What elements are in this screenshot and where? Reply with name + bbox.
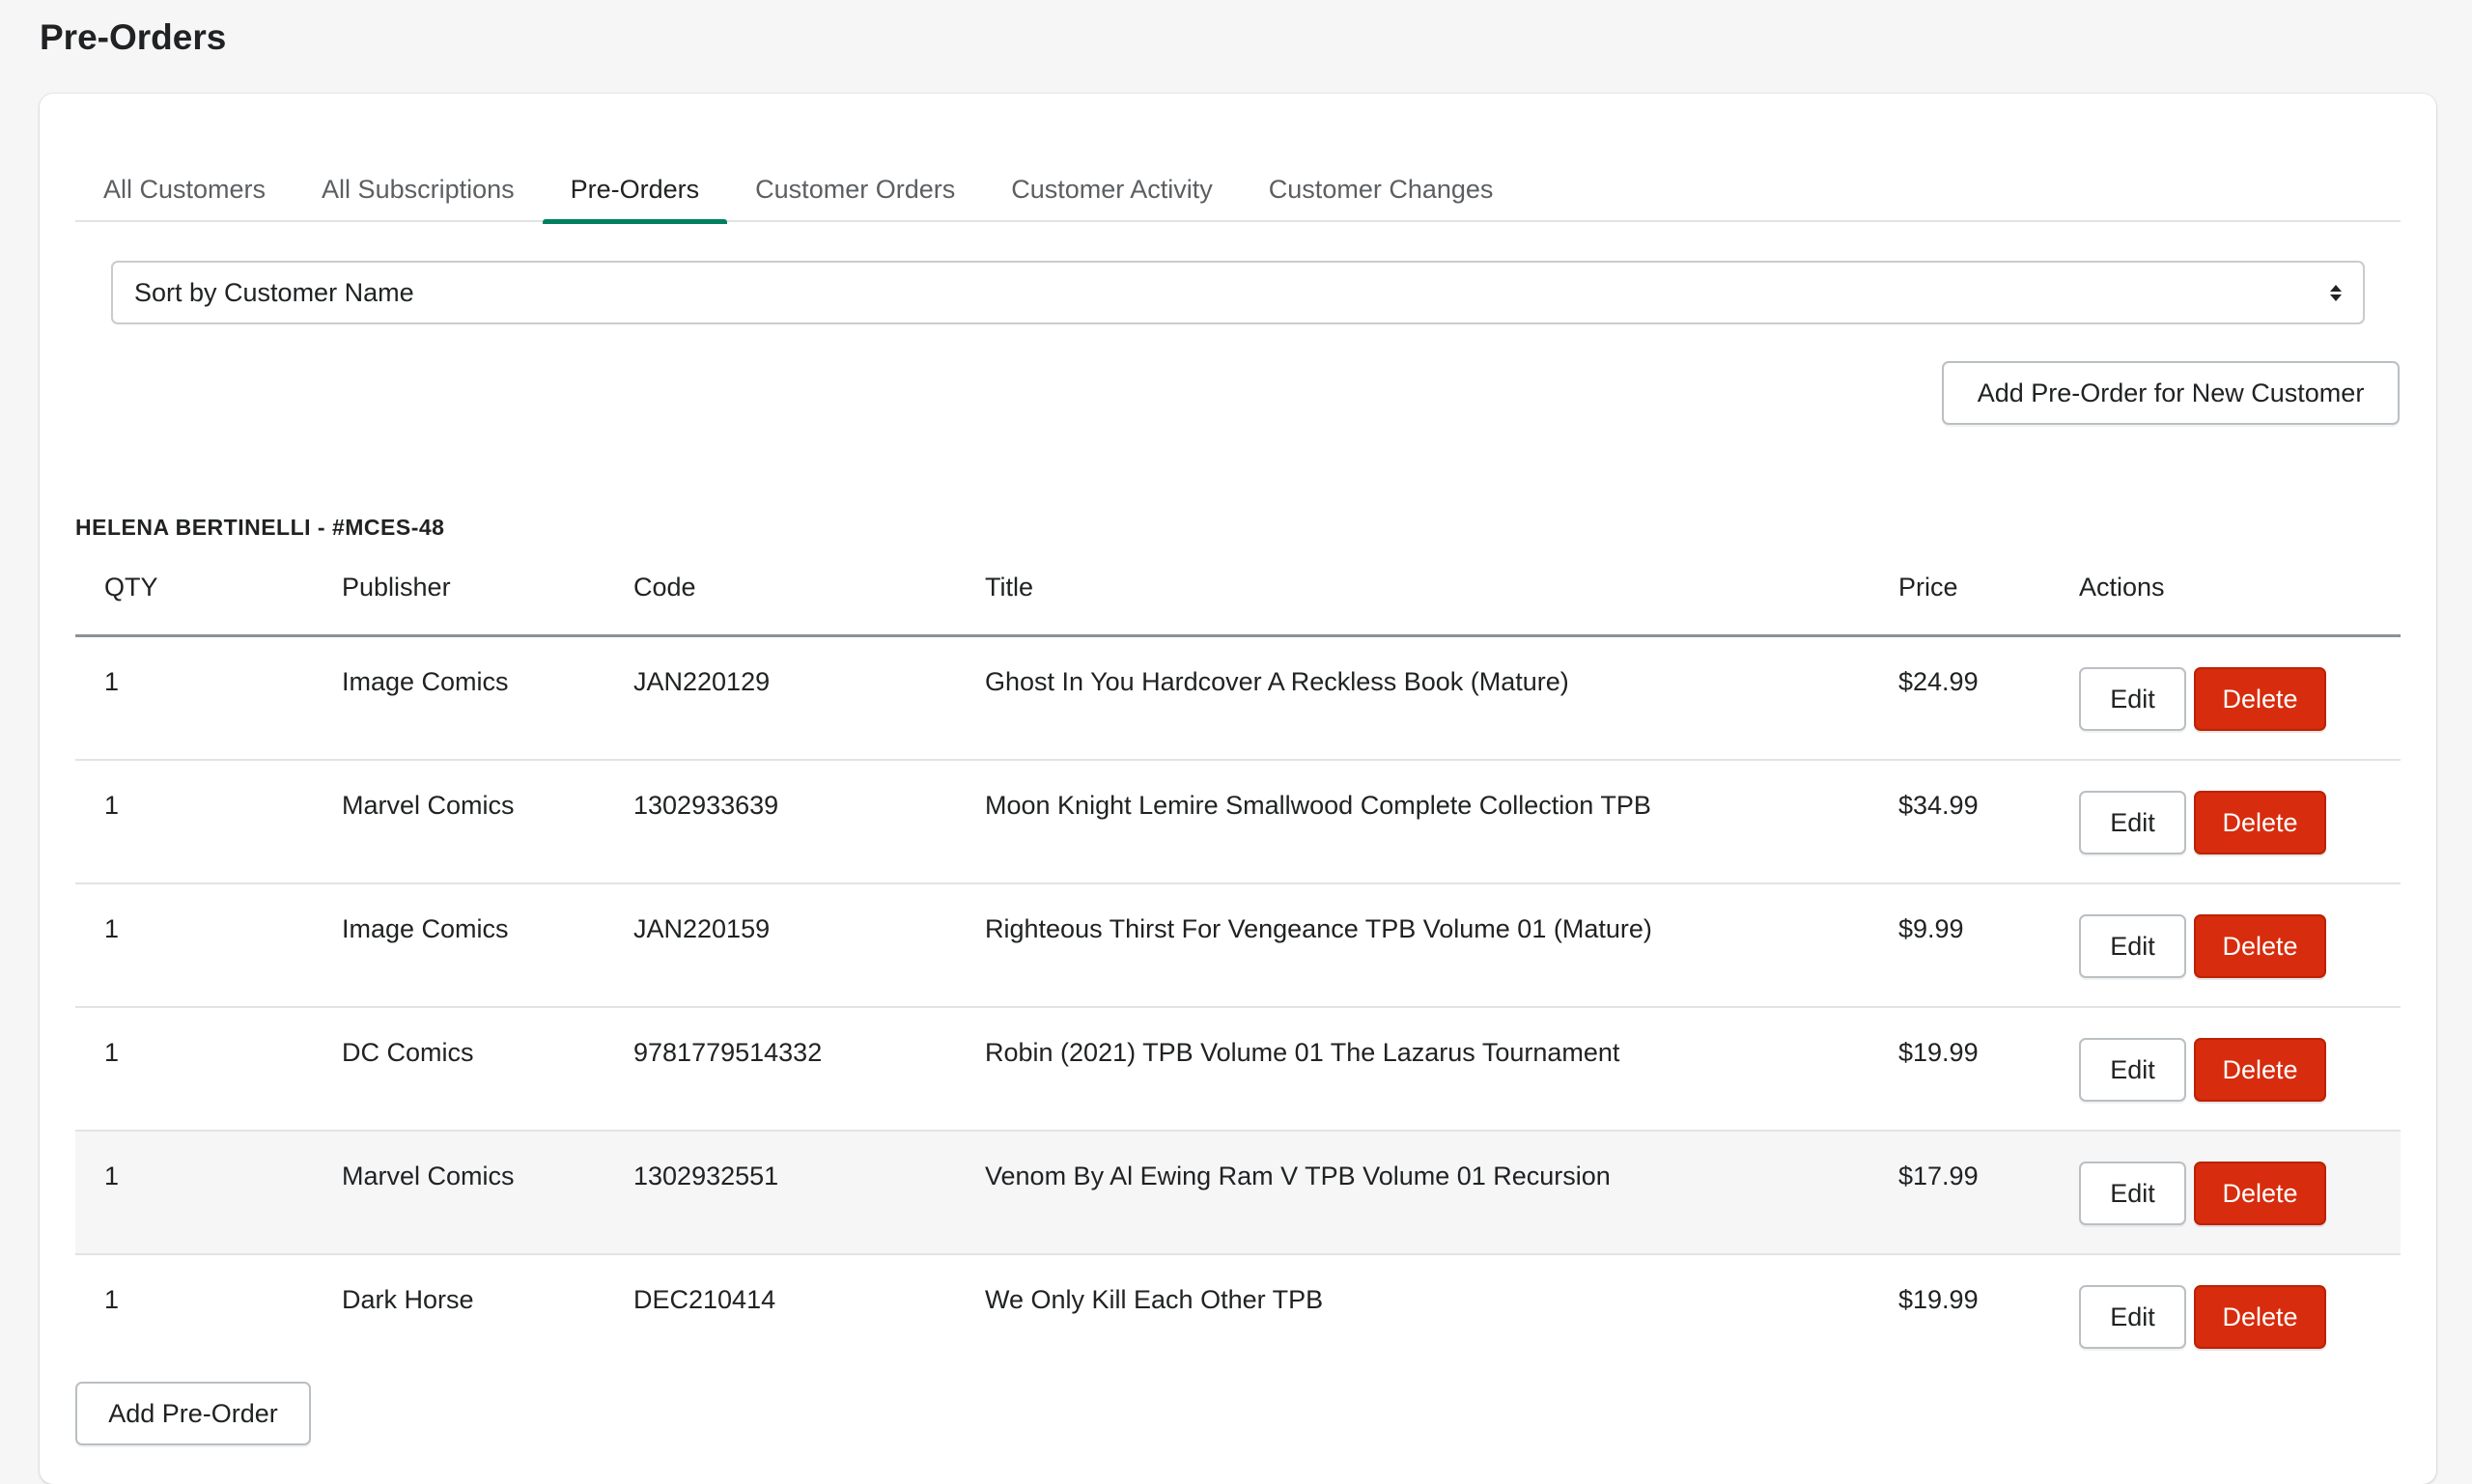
row-actions: Edit Delete (2079, 1162, 2326, 1225)
cell-publisher: Marvel Comics (342, 1162, 515, 1190)
cell-code: DEC210414 (633, 1285, 776, 1314)
delete-button[interactable]: Delete (2194, 1162, 2326, 1225)
row-actions: Edit Delete (2079, 1038, 2326, 1102)
add-preorder-button[interactable]: Add Pre-Order (75, 1382, 311, 1445)
edit-button[interactable]: Edit (2079, 667, 2186, 731)
cell-title: We Only Kill Each Other TPB (985, 1285, 1324, 1314)
cell-price: $17.99 (1898, 1162, 1979, 1190)
cell-price: $34.99 (1898, 791, 1979, 820)
page-title: Pre-Orders (40, 17, 227, 57)
row-actions: Edit Delete (2079, 1285, 2326, 1349)
tab-customer-changes[interactable]: Customer Changes (1241, 152, 1522, 222)
table-row: 1 Dark Horse DEC210414 We Only Kill Each… (75, 1255, 2401, 1379)
cell-title: Moon Knight Lemire Smallwood Complete Co… (985, 791, 1651, 820)
cell-code: 9781779514332 (633, 1038, 823, 1067)
cell-code: 1302933639 (633, 791, 779, 820)
cell-title: Venom By Al Ewing Ram V TPB Volume 01 Re… (985, 1162, 1611, 1190)
table-row: 1 Image Comics JAN220129 Ghost In You Ha… (75, 637, 2401, 761)
header-code: Code (633, 573, 696, 602)
table-row: 1 Marvel Comics 1302933639 Moon Knight L… (75, 761, 2401, 884)
cell-price: $24.99 (1898, 667, 1979, 696)
tab-all-customers[interactable]: All Customers (75, 152, 294, 222)
header-title: Title (985, 573, 1034, 602)
cell-qty: 1 (104, 1038, 120, 1067)
sort-select[interactable]: Sort by Customer Name (111, 261, 2365, 324)
cell-price: $19.99 (1898, 1038, 1979, 1067)
row-actions: Edit Delete (2079, 667, 2326, 731)
table-row: 1 Image Comics JAN220159 Righteous Thirs… (75, 884, 2401, 1008)
header-publisher: Publisher (342, 573, 451, 602)
delete-button[interactable]: Delete (2194, 1285, 2326, 1349)
preorders-card: All Customers All Subscriptions Pre-Orde… (40, 94, 2436, 1484)
table-header: QTY Publisher Code Title Price Actions (75, 551, 2401, 637)
cell-price: $9.99 (1898, 914, 1964, 943)
edit-button[interactable]: Edit (2079, 1038, 2186, 1102)
sort-select-value: Sort by Customer Name (134, 277, 414, 307)
select-updown-icon (2330, 284, 2342, 301)
cell-qty: 1 (104, 914, 120, 943)
cell-publisher: Dark Horse (342, 1285, 474, 1314)
cell-title: Righteous Thirst For Vengeance TPB Volum… (985, 914, 1652, 943)
cell-publisher: Image Comics (342, 914, 509, 943)
cell-publisher: Image Comics (342, 667, 509, 696)
cell-code: 1302932551 (633, 1162, 779, 1190)
edit-button[interactable]: Edit (2079, 1162, 2186, 1225)
row-actions: Edit Delete (2079, 791, 2326, 854)
cell-title: Ghost In You Hardcover A Reckless Book (… (985, 667, 1569, 696)
table-row: 1 Marvel Comics 1302932551 Venom By Al E… (75, 1132, 2401, 1255)
table-row: 1 DC Comics 9781779514332 Robin (2021) T… (75, 1008, 2401, 1132)
delete-button[interactable]: Delete (2194, 791, 2326, 854)
cell-publisher: Marvel Comics (342, 791, 515, 820)
tab-customer-orders[interactable]: Customer Orders (727, 152, 983, 222)
cell-price: $19.99 (1898, 1285, 1979, 1314)
cell-publisher: DC Comics (342, 1038, 474, 1067)
delete-button[interactable]: Delete (2194, 1038, 2326, 1102)
tab-customer-activity[interactable]: Customer Activity (983, 152, 1241, 222)
cell-qty: 1 (104, 791, 120, 820)
preorders-table: QTY Publisher Code Title Price Actions 1… (75, 551, 2401, 1379)
delete-button[interactable]: Delete (2194, 667, 2326, 731)
row-actions: Edit Delete (2079, 914, 2326, 978)
add-preorder-new-customer-button[interactable]: Add Pre-Order for New Customer (1942, 361, 2400, 425)
cell-code: JAN220159 (633, 914, 771, 943)
edit-button[interactable]: Edit (2079, 1285, 2186, 1349)
header-actions: Actions (2079, 573, 2165, 602)
edit-button[interactable]: Edit (2079, 914, 2186, 978)
delete-button[interactable]: Delete (2194, 914, 2326, 978)
tab-pre-orders[interactable]: Pre-Orders (542, 152, 728, 224)
tab-bar: All Customers All Subscriptions Pre-Orde… (75, 152, 2401, 224)
header-qty: QTY (104, 573, 158, 602)
header-price: Price (1898, 573, 1958, 602)
tab-all-subscriptions[interactable]: All Subscriptions (294, 152, 543, 222)
cell-qty: 1 (104, 1285, 120, 1314)
cell-code: JAN220129 (633, 667, 771, 696)
customer-heading: HELENA BERTINELLI - #MCES-48 (75, 515, 445, 540)
cell-qty: 1 (104, 1162, 120, 1190)
cell-title: Robin (2021) TPB Volume 01 The Lazarus T… (985, 1038, 1620, 1067)
cell-qty: 1 (104, 667, 120, 696)
edit-button[interactable]: Edit (2079, 791, 2186, 854)
